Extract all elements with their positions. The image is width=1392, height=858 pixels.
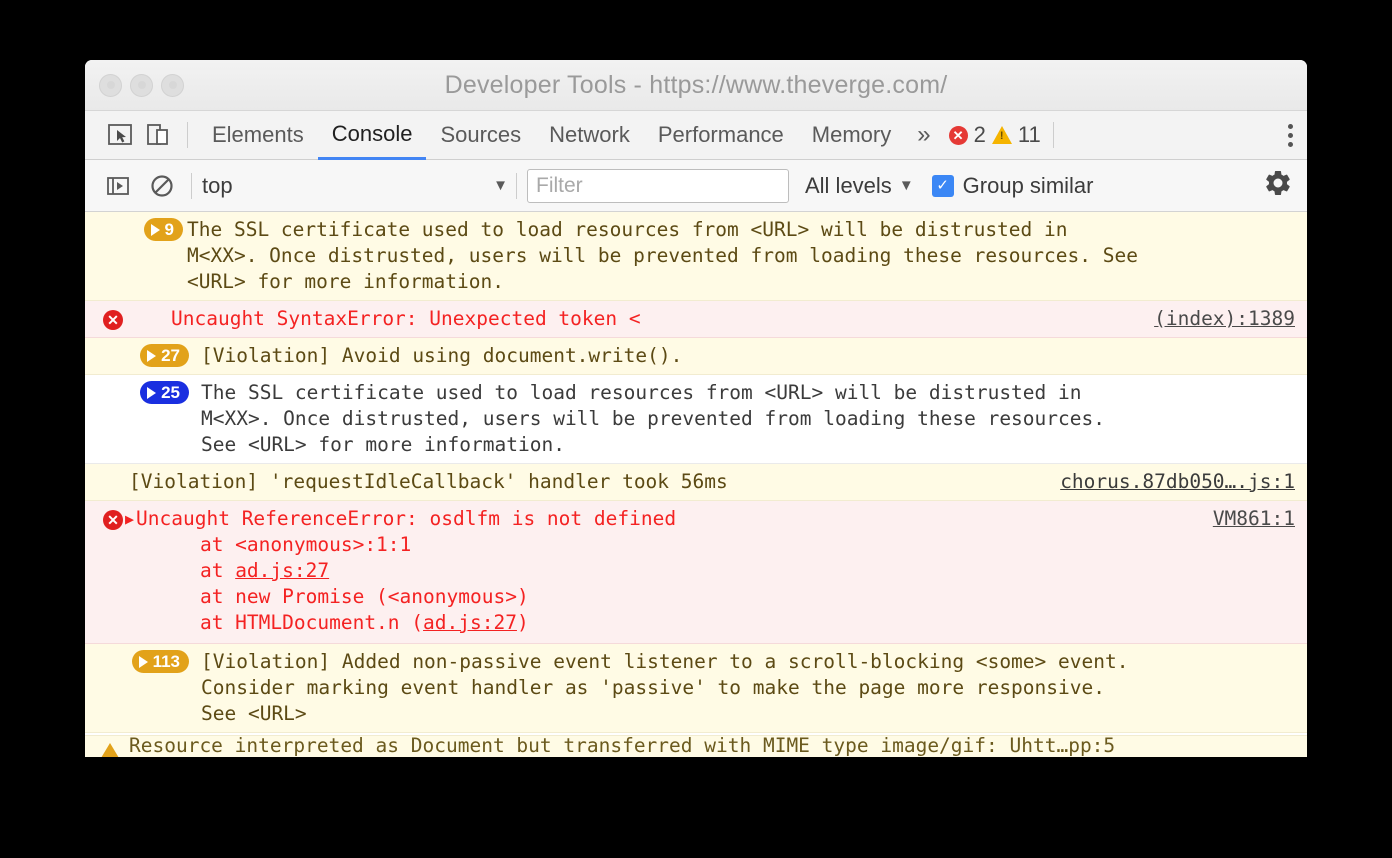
error-header: ▶ Uncaught ReferenceError: osdlfm is not… — [125, 506, 1295, 532]
devtools-window: Developer Tools - https://www.theverge.c… — [85, 60, 1307, 757]
stack-frame-link[interactable]: ad.js:27 — [235, 559, 329, 582]
group-count: 9 — [164, 220, 174, 239]
window-title: Developer Tools - https://www.theverge.c… — [444, 70, 948, 99]
stack-frame: at HTMLDocument.n (ad.js:27) — [125, 610, 1295, 636]
expand-triangle-icon[interactable]: ▶ — [125, 506, 134, 532]
zoom-button[interactable] — [161, 73, 184, 97]
minimize-button[interactable] — [130, 73, 153, 97]
group-badge[interactable]: 25 — [140, 381, 189, 404]
chevron-down-icon: ▼ — [898, 177, 914, 194]
log-levels-dropdown[interactable]: All levels ▼ — [805, 173, 918, 199]
console-filter-bar: top ▼ All levels ▼ ✓ Group similar — [85, 160, 1307, 212]
group-badge[interactable]: 9 — [143, 218, 183, 241]
stack-frame: at <anonymous>:1:1 — [125, 532, 1295, 558]
tab-network[interactable]: Network — [535, 111, 644, 160]
execution-context-selector[interactable]: top ▼ — [202, 173, 512, 199]
chevron-down-icon: ▼ — [493, 177, 508, 194]
console-message-row[interactable]: 113 [Violation] Added non-passive event … — [85, 644, 1307, 733]
devtools-tab-bar: Elements Console Sources Network Perform… — [85, 111, 1307, 160]
stack-frame-text: at HTMLDocument.n ( — [153, 611, 424, 634]
group-count: 25 — [161, 383, 180, 402]
tab-elements[interactable]: Elements — [198, 111, 318, 160]
console-sidebar-icon[interactable] — [99, 167, 137, 205]
clear-console-icon[interactable] — [143, 167, 181, 205]
message-text: [Violation] Added non-passive event list… — [201, 650, 1129, 725]
message-text: Uncaught SyntaxError: Unexpected token < — [171, 307, 641, 330]
message-text: The SSL certificate used to load resourc… — [187, 218, 1138, 293]
message-text: The SSL certificate used to load resourc… — [201, 381, 1105, 456]
toolbar-divider — [187, 122, 188, 148]
message-gutter: 27 — [85, 343, 189, 367]
title-bar: Developer Tools - https://www.theverge.c… — [85, 60, 1307, 111]
message-text: [Violation] 'requestIdleCallback' handle… — [129, 470, 728, 493]
close-button[interactable] — [99, 73, 122, 97]
warning-count: 11 — [1017, 122, 1041, 147]
stack-frame: at new Promise (<anonymous>) — [125, 584, 1295, 610]
message-gutter: 113 — [85, 649, 189, 673]
source-link[interactable]: chorus.87db050….js:1 — [1060, 469, 1295, 495]
message-text: Resource interpreted as Document but tra… — [129, 735, 1116, 757]
issue-counts[interactable]: ✕ 2 11 — [948, 122, 1041, 148]
console-message-row[interactable]: Resource interpreted as Document but tra… — [85, 735, 1307, 757]
message-gutter: 25 — [85, 380, 189, 404]
filter-divider-1 — [191, 172, 192, 199]
stack-frame-text: at new Promise (<anonymous>) — [153, 585, 529, 608]
console-message-list[interactable]: 9 The SSL certificate used to load resou… — [85, 212, 1307, 757]
group-similar-toggle[interactable]: ✓ Group similar — [931, 172, 1094, 199]
device-toolbar-icon[interactable] — [139, 116, 177, 154]
message-gutter — [85, 736, 125, 757]
group-similar-checkbox[interactable]: ✓ — [931, 174, 954, 197]
error-circle-icon: ✕ — [103, 310, 123, 330]
stack-frame-text: ) — [516, 611, 529, 634]
warning-triangle-icon — [101, 743, 119, 757]
message-gutter: 9 — [85, 217, 183, 241]
source-link[interactable]: VM861:1 — [1213, 506, 1295, 532]
cursor-select-icon[interactable] — [101, 116, 139, 154]
window-controls — [99, 60, 184, 110]
panel-tabs: Elements Console Sources Network Perform… — [198, 111, 905, 160]
console-message-row[interactable]: 9 The SSL certificate used to load resou… — [85, 212, 1307, 301]
stack-frame-text: at <anonymous>:1:1 — [153, 533, 412, 556]
console-message-row[interactable]: 25 The SSL certificate used to load reso… — [85, 375, 1307, 464]
message-gutter — [85, 469, 125, 470]
log-levels-label: All levels — [805, 172, 892, 198]
console-message-row[interactable]: ✕ ▶ Uncaught ReferenceError: osdlfm is n… — [85, 501, 1307, 644]
expand-triangle-icon — [138, 655, 148, 668]
more-tabs-icon[interactable]: » — [905, 111, 942, 160]
group-similar-label: Group similar — [962, 172, 1094, 198]
gear-icon[interactable] — [1263, 168, 1293, 203]
kebab-menu-icon[interactable] — [1288, 123, 1293, 147]
error-circle-icon: ✕ — [948, 125, 968, 145]
group-count: 27 — [161, 346, 180, 365]
warning-triangle-icon — [991, 126, 1012, 144]
tab-memory[interactable]: Memory — [798, 111, 905, 160]
filter-input[interactable] — [527, 168, 789, 203]
message-text: Uncaught ReferenceError: osdlfm is not d… — [136, 507, 677, 530]
expand-triangle-icon — [147, 386, 157, 399]
stack-frame: at ad.js:27 — [125, 558, 1295, 584]
source-link[interactable]: (index):1389 — [1154, 306, 1295, 332]
message-text: [Violation] Avoid using document.write()… — [201, 344, 683, 367]
execution-context-label: top — [202, 172, 233, 198]
console-message-row[interactable]: 27 [Violation] Avoid using document.writ… — [85, 338, 1307, 375]
tab-performance[interactable]: Performance — [644, 111, 798, 160]
stack-frame-link[interactable]: ad.js:27 — [423, 611, 517, 634]
message-gutter: ✕ — [85, 506, 125, 530]
error-body: ▶ Uncaught ReferenceError: osdlfm is not… — [125, 506, 1295, 636]
counts-divider — [1052, 122, 1054, 148]
filter-divider-2 — [516, 172, 517, 199]
console-message-row[interactable]: ✕ Uncaught SyntaxError: Unexpected token… — [85, 301, 1307, 338]
stack-frame-text: at — [153, 559, 236, 582]
expand-triangle-icon — [150, 223, 160, 236]
group-count: 113 — [152, 652, 180, 671]
error-circle-icon: ✕ — [103, 510, 123, 530]
group-badge[interactable]: 113 — [131, 650, 189, 673]
tab-console[interactable]: Console — [317, 111, 427, 160]
tab-sources[interactable]: Sources — [426, 111, 535, 160]
console-message-row[interactable]: [Violation] 'requestIdleCallback' handle… — [85, 464, 1307, 501]
expand-triangle-icon — [147, 349, 157, 362]
group-badge[interactable]: 27 — [140, 344, 189, 367]
error-count: 2 — [973, 122, 986, 147]
